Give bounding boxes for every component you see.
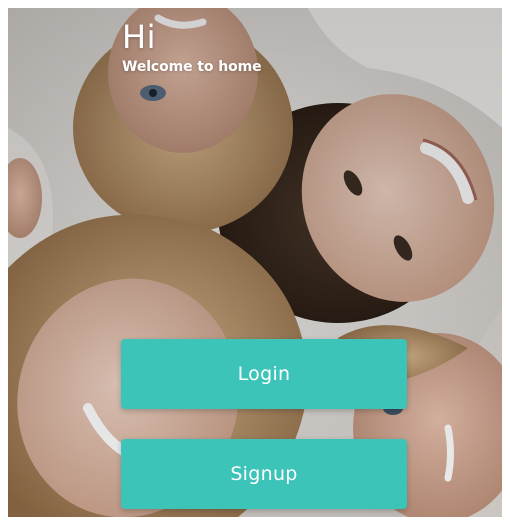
login-button-label: Login — [237, 363, 291, 385]
welcome-screen: Hi Welcome to home Login Signup — [8, 8, 502, 517]
greeting-block: Hi Welcome to home — [122, 18, 262, 76]
login-button[interactable]: Login — [121, 339, 407, 409]
signup-button[interactable]: Signup — [121, 439, 407, 509]
greeting-subtitle: Welcome to home — [122, 59, 262, 75]
signup-button-label: Signup — [230, 463, 298, 485]
greeting-title: Hi — [122, 18, 156, 56]
